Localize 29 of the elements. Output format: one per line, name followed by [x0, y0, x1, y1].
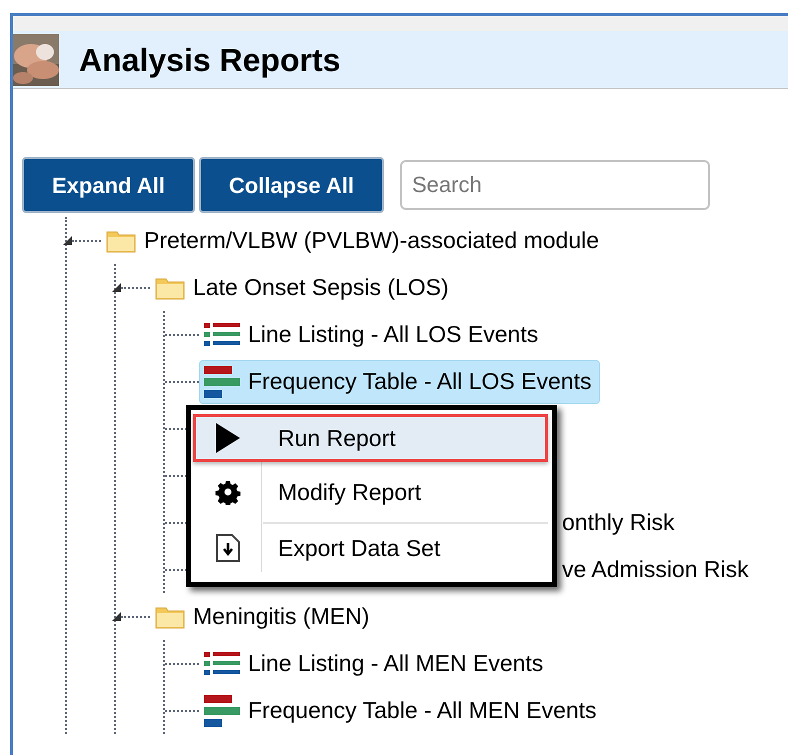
expanded-arrow-icon[interactable] [112, 612, 121, 621]
collapse-all-button[interactable]: Collapse All [198, 157, 384, 213]
download-file-icon [215, 533, 241, 563]
menu-item[interactable]: Run Report [193, 414, 548, 462]
play-icon [216, 423, 240, 453]
tree-item[interactable]: Preterm/VLBW (PVLBW)-associated module [101, 218, 608, 262]
expanded-arrow-icon[interactable] [112, 283, 121, 292]
folder-icon [106, 228, 136, 252]
tree-item[interactable]: Frequency Table - All MEN Events [199, 688, 606, 732]
menu-item[interactable]: Export Data Set [193, 524, 548, 572]
tree-item[interactable]: Line Listing - All LOS Events [199, 312, 548, 356]
tree-item[interactable]: Late Onset Sepsis (LOS) [150, 266, 458, 310]
tree-item[interactable]: Frequency Table - All LOS Events [199, 360, 600, 404]
list-icon [204, 650, 240, 678]
list-icon [204, 320, 240, 348]
tree-item[interactable]: Line Listing - All MEN Events [199, 642, 552, 686]
tree-item[interactable]: Meningitis (MEN) [150, 594, 378, 638]
folder-icon [155, 276, 185, 300]
bar-chart-icon [204, 694, 240, 726]
expanded-arrow-icon[interactable] [63, 236, 72, 245]
folder-icon [155, 604, 185, 628]
menu-item[interactable]: Modify Report [193, 468, 548, 516]
bar-chart-icon [204, 366, 240, 398]
expand-all-button[interactable]: Expand All [22, 157, 195, 213]
page-title: Analysis Reports [79, 40, 340, 80]
search-field[interactable]: Search [400, 160, 710, 210]
settings-icon [215, 479, 241, 505]
tree-item-label: ve Admission Risk [562, 555, 749, 584]
tree-item-label: onthly Risk [562, 508, 674, 538]
